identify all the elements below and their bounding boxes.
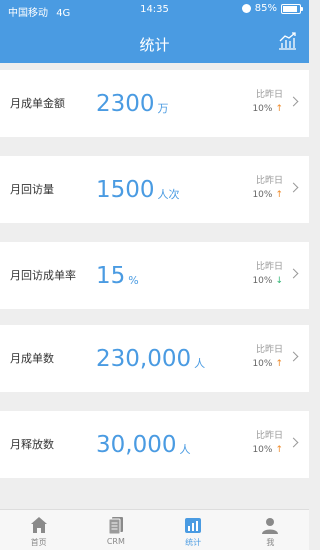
stat-label: 月回访成单率 xyxy=(10,269,76,282)
trend-down-icon: ↓ xyxy=(275,276,283,286)
stat-card-monthly-released[interactable]: 月释放数 30,000 人 比昨日 10% ↑ xyxy=(0,411,309,478)
battery-fill xyxy=(283,5,297,12)
stat-value: 2300 万 xyxy=(96,70,169,137)
stat-card-visit-conversion-rate[interactable]: 月回访成单率 15 % 比昨日 10% ↓ xyxy=(0,242,309,309)
stat-label: 月成单金额 xyxy=(10,97,65,110)
trend-up-icon: ↑ xyxy=(275,104,283,114)
stat-number: 15 xyxy=(96,262,126,289)
stat-unit: 人 xyxy=(179,443,191,456)
change-percent: 10% xyxy=(252,104,273,114)
tab-label: 我 xyxy=(266,538,275,547)
stat-unit: 人次 xyxy=(157,188,180,201)
tab-crm[interactable]: CRM xyxy=(77,510,154,550)
battery-percent: 85% xyxy=(254,3,277,14)
trend-up-icon: ↑ xyxy=(275,190,283,200)
stat-value: 1500 人次 xyxy=(96,156,180,223)
alarm-icon xyxy=(241,4,251,13)
stat-unit: 万 xyxy=(157,102,169,115)
stat-unit: 人 xyxy=(194,357,206,370)
tab-label: 统计 xyxy=(185,538,202,547)
stat-card-monthly-deal-amount[interactable]: 月成单金额 2300 万 比昨日 10% ↑ xyxy=(0,70,309,137)
home-icon xyxy=(30,517,47,533)
user-icon xyxy=(262,518,279,534)
stat-label: 月成单数 xyxy=(10,352,54,365)
tab-me[interactable]: 我 xyxy=(232,510,309,550)
trend-up-icon: ↑ xyxy=(275,445,283,455)
change-percent: 10% xyxy=(252,359,273,369)
bottom-tab-bar: 首页 CRM 统计 我 xyxy=(0,509,309,550)
chevron-right-icon xyxy=(288,268,299,279)
stat-label: 月回访量 xyxy=(10,183,54,196)
stat-card-monthly-deals[interactable]: 月成单数 230,000 人 比昨日 10% ↑ xyxy=(0,325,309,392)
compare-block: 比昨日 10% ↑ xyxy=(252,343,283,371)
app-header: 中国移动 4G 14:35 85% 统计 xyxy=(0,0,309,63)
stat-value: 15 % xyxy=(96,242,139,309)
chevron-right-icon xyxy=(288,351,299,362)
change-percent: 10% xyxy=(252,445,273,455)
stat-label: 月释放数 xyxy=(10,438,54,451)
status-right: 85% xyxy=(241,3,303,14)
compare-block: 比昨日 10% ↑ xyxy=(252,88,283,116)
page-title: 统计 xyxy=(139,36,170,54)
crm-icon xyxy=(108,517,123,535)
tab-label: CRM xyxy=(106,537,125,546)
stats-icon xyxy=(185,518,202,533)
compare-label: 比昨日 xyxy=(255,345,283,355)
stat-number: 230,000 xyxy=(96,345,192,372)
compare-block: 比昨日 10% ↓ xyxy=(252,260,283,288)
stat-unit: % xyxy=(128,273,139,287)
chevron-right-icon xyxy=(288,182,299,193)
stat-value: 30,000 人 xyxy=(96,411,190,478)
tab-home[interactable]: 首页 xyxy=(0,510,77,550)
compare-label: 比昨日 xyxy=(255,176,283,186)
tab-label: 首页 xyxy=(30,538,47,547)
compare-label: 比昨日 xyxy=(255,90,283,100)
stat-value: 230,000 人 xyxy=(96,325,205,392)
compare-label: 比昨日 xyxy=(255,431,283,441)
stat-card-monthly-visits[interactable]: 月回访量 1500 人次 比昨日 10% ↑ xyxy=(0,156,309,223)
compare-label: 比昨日 xyxy=(255,262,283,272)
change-percent: 10% xyxy=(252,276,273,286)
stat-number: 30,000 xyxy=(96,431,177,458)
compare-block: 比昨日 10% ↑ xyxy=(252,174,283,202)
trend-up-icon: ↑ xyxy=(275,359,283,369)
tab-stats[interactable]: 统计 xyxy=(155,510,232,550)
chevron-right-icon xyxy=(288,96,299,107)
chart-icon[interactable] xyxy=(277,32,297,50)
battery-icon xyxy=(281,3,303,14)
compare-block: 比昨日 10% ↑ xyxy=(252,429,283,457)
stat-number: 1500 xyxy=(96,176,155,203)
change-percent: 10% xyxy=(252,190,273,200)
chevron-right-icon xyxy=(288,437,299,448)
stat-number: 2300 xyxy=(96,90,155,117)
status-bar: 中国移动 4G 14:35 85% xyxy=(0,0,309,20)
